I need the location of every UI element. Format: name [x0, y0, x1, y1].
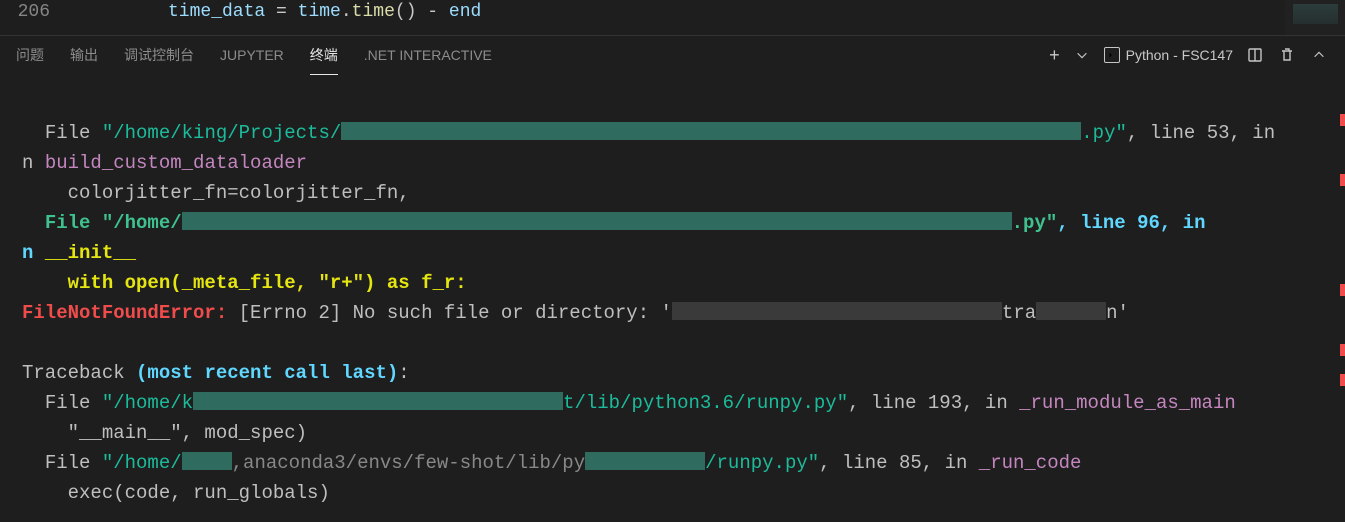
minimap-content	[1293, 4, 1338, 24]
tab-debug-console[interactable]: 调试控制台	[124, 36, 194, 74]
terminal-scroll-markers	[1339, 74, 1345, 522]
tab-dotnet-interactive[interactable]: .NET INTERACTIVE	[364, 36, 492, 74]
redacted-path	[182, 212, 1012, 230]
redacted-path	[193, 392, 563, 410]
terminal-profile-icon	[1104, 47, 1120, 63]
editor-strip: 206 time_data = time.time() - end	[0, 0, 1345, 35]
chevron-up-icon[interactable]	[1309, 45, 1329, 65]
redacted-path	[1036, 302, 1106, 320]
terminal-launch-profile[interactable]: Python - FSC147	[1104, 47, 1233, 63]
terminal-body[interactable]: File "/home/king/Projects/.py", line 53,…	[0, 74, 1345, 522]
line-number: 206	[0, 0, 58, 24]
tab-terminal[interactable]: 终端	[310, 36, 338, 75]
minimap[interactable]	[1285, 0, 1345, 35]
panel-tab-bar: 问题 输出 调试控制台 JUPYTER 终端 .NET INTERACTIVE …	[0, 36, 1345, 74]
panel: 问题 输出 调试控制台 JUPYTER 终端 .NET INTERACTIVE …	[0, 35, 1345, 522]
terminal-profile-label: Python - FSC147	[1126, 47, 1233, 63]
chevron-down-icon[interactable]	[1072, 45, 1092, 65]
split-terminal-icon[interactable]	[1245, 45, 1265, 65]
editor-code-line[interactable]: time_data = time.time() - end	[168, 0, 481, 24]
panel-actions: + Python - FSC147	[1049, 45, 1329, 65]
tab-problems[interactable]: 问题	[16, 36, 44, 74]
new-terminal-icon[interactable]: +	[1049, 45, 1060, 65]
tab-jupyter[interactable]: JUPYTER	[220, 36, 284, 74]
kill-terminal-icon[interactable]	[1277, 45, 1297, 65]
tab-output[interactable]: 输出	[70, 36, 98, 74]
redacted-path	[585, 452, 705, 470]
redacted-path	[672, 302, 1002, 320]
redacted-path	[341, 122, 1081, 140]
redacted-path	[182, 452, 232, 470]
